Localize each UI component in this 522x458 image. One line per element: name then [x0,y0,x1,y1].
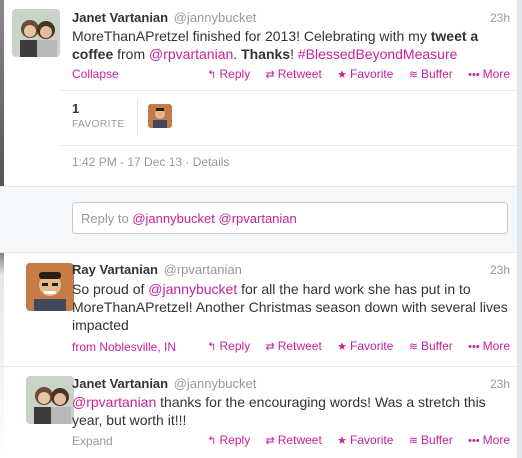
retweet-button[interactable]: ⇄ Retweet [266,339,322,353]
tweet-header: Janet Vartanian @jannybucket [72,10,256,25]
details-link[interactable]: Details [193,155,230,169]
buffer-button[interactable]: ≋ Buffer [409,339,453,353]
favorite-label: Favorite [350,433,394,447]
more-button[interactable]: ••• More [468,339,510,353]
author-handle[interactable]: @rpvartanian [164,262,242,277]
retweet-label: Retweet [277,433,322,447]
divider [60,145,517,146]
star-icon: ★ [337,341,348,353]
reply-arrow-icon: ↰ [207,435,217,447]
buffer-layers-icon: ≋ [408,69,418,81]
reply-prefix: Reply to [81,211,133,226]
reply-button[interactable]: ↰ Reply [207,339,250,353]
expand-link[interactable]: Expand [72,434,113,448]
divider [60,90,517,91]
favorites-label[interactable]: FAVORITE [72,119,125,130]
tweet-text: @rpvartanian thanks for the encouraging … [72,393,508,429]
text-part: . [233,46,242,62]
more-button[interactable]: ••• More [468,67,510,81]
author-name[interactable]: Ray Vartanian [72,262,158,277]
retweet-label: Retweet [277,67,322,81]
buffer-layers-icon: ≋ [408,341,418,353]
favorite-label: Favorite [350,339,394,353]
retweet-icon: ⇄ [265,69,275,81]
reply-mention: @rpvartanian [218,211,297,226]
tweet-expanded: Janet Vartanian @jannybucket 23h MoreTha… [0,0,522,186]
tweet-text: So proud of @jannybucket for all the har… [72,280,508,334]
hashtag-link[interactable]: #BlessedBeyondMeasure [298,46,458,62]
text-part: from [113,46,150,62]
more-dots-icon: ••• [468,341,480,353]
tweet-actions: ↰ Reply ⇄ Retweet ★ Favorite ≋ Buffer ••• Mor… [195,433,510,447]
buffer-label: Buffer [420,433,453,447]
author-name[interactable]: Janet Vartanian [72,10,168,25]
more-label: More [482,67,510,81]
more-dots-icon: ••• [468,435,480,447]
favoriter-avatar[interactable] [148,104,172,128]
tweet-time[interactable]: 23h [490,263,510,277]
text-part: ! [290,46,298,62]
reply-arrow-icon: ↰ [207,69,217,81]
buffer-button[interactable]: ≋ Buffer [409,67,453,81]
reply-label: Reply [219,67,251,81]
star-icon: ★ [337,69,348,81]
tweet-actions: ↰ Reply ⇄ Retweet ★ Favorite ≋ Buffer ••• Mor… [195,339,510,353]
reply-label: Reply [219,433,251,447]
retweet-label: Retweet [277,339,322,353]
tweet-header: Janet Vartanian @jannybucket [72,376,256,391]
reply-arrow-icon: ↰ [207,341,217,353]
tweet-text: MoreThanAPretzel finished for 2013! Cele… [72,27,508,63]
tweet-time[interactable]: 23h [490,377,510,391]
text-part: So proud of [72,281,149,297]
tweet-timestamp: 1:42 PM - 17 Dec 13 · Details [72,155,229,169]
retweet-button[interactable]: ⇄ Retweet [266,433,322,447]
reply-zone: Reply to @jannybucket @rpvartanian [0,186,517,253]
text-bold: Thanks [241,46,291,62]
author-handle[interactable]: @jannybucket [174,376,257,391]
favorite-label: Favorite [350,67,394,81]
stat-separator [137,98,138,136]
favorite-button[interactable]: ★ Favorite [337,67,393,81]
avatar-janet[interactable] [12,9,60,57]
retweet-button[interactable]: ⇄ Retweet [266,67,322,81]
mention-link[interactable]: @jannybucket [148,281,237,297]
buffer-button[interactable]: ≋ Buffer [409,433,453,447]
buffer-label: Buffer [420,339,453,353]
collapse-link[interactable]: Collapse [72,67,119,81]
favorite-button[interactable]: ★ Favorite [337,339,393,353]
favorites-count[interactable]: 1 [72,101,79,116]
tweet-header: Ray Vartanian @rpvartanian [72,262,242,277]
more-button[interactable]: ••• More [468,433,510,447]
location-link[interactable]: from Noblesville, IN [72,340,176,354]
retweet-icon: ⇄ [265,341,275,353]
avatar-ray[interactable] [26,263,74,311]
more-dots-icon: ••• [468,69,480,81]
text-part: MoreThanAPretzel finished for 2013! Cele… [72,28,431,44]
author-name[interactable]: Janet Vartanian [72,376,168,391]
retweet-icon: ⇄ [265,435,275,447]
tweet-time[interactable]: 23h [490,11,510,25]
reply-mention: @jannybucket [132,211,215,226]
reply-button[interactable]: ↰ Reply [207,67,250,81]
mention-link[interactable]: @rpvartanian [72,394,156,410]
more-label: More [482,339,510,353]
reply-input[interactable]: Reply to @jannybucket @rpvartanian [72,202,508,234]
buffer-layers-icon: ≋ [408,435,418,447]
more-label: More [482,433,510,447]
author-handle[interactable]: @jannybucket [174,10,257,25]
mention-link[interactable]: @rpvartanian [149,46,233,62]
tweet-actions: ↰ Reply ⇄ Retweet ★ Favorite ≋ Buffer ••• Mor… [195,67,510,81]
tweet-reply: Janet Vartanian @jannybucket 23h @rpvart… [0,367,522,458]
reply-button[interactable]: ↰ Reply [207,433,250,447]
favorite-button[interactable]: ★ Favorite [337,433,393,447]
timestamp-text[interactable]: 1:42 PM - 17 Dec 13 [72,155,182,169]
tweet-reply: Ray Vartanian @rpvartanian 23h So proud … [0,252,522,365]
buffer-label: Buffer [420,67,453,81]
reply-label: Reply [219,339,251,353]
separator-dot: · [185,155,193,169]
star-icon: ★ [337,435,348,447]
avatar-janet[interactable] [26,376,74,424]
